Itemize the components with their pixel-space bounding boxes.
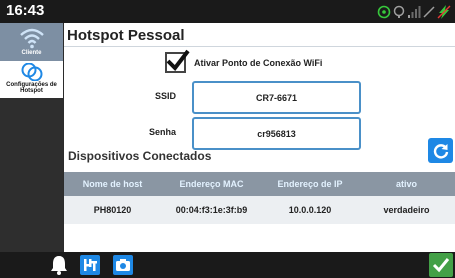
checkmark-icon bbox=[166, 49, 190, 71]
status-bar: 16:43 bbox=[0, 0, 455, 23]
column-header[interactable]: Endereço de IP bbox=[262, 179, 358, 189]
sidebar-item-hotspot-settings[interactable]: Configurações de Hotspot bbox=[0, 61, 63, 98]
connected-devices-title: Dispositivos Conectados bbox=[68, 149, 212, 163]
main-panel: Hotspot Pessoal Ativar Ponto de Conexão … bbox=[64, 23, 455, 252]
bottom-bar bbox=[0, 252, 455, 278]
ssid-field[interactable]: CR7-6671 bbox=[192, 81, 361, 114]
title-divider bbox=[64, 46, 455, 47]
sidebar-item-label: Configurações de Hotspot bbox=[6, 82, 57, 94]
page-title: Hotspot Pessoal bbox=[67, 27, 185, 44]
gps-icon bbox=[377, 5, 391, 18]
table-row[interactable]: PH80120 00:04:f3:1e:3f:b9 10.0.0.120 ver… bbox=[64, 196, 455, 224]
enable-hotspot-checkbox[interactable] bbox=[165, 49, 190, 73]
clock: 16:43 bbox=[6, 2, 45, 19]
column-header[interactable]: Nome de host bbox=[64, 179, 161, 189]
table-cell: 00:04:f3:1e:3f:b9 bbox=[175, 205, 248, 215]
devices-table-header: Nome de host Endereço MAC Endereço de IP… bbox=[64, 172, 455, 196]
table-cell: PH80120 bbox=[93, 205, 132, 215]
status-icons bbox=[377, 3, 451, 20]
camera-icon bbox=[116, 259, 130, 271]
column-header[interactable]: ativo bbox=[358, 179, 455, 189]
refresh-icon bbox=[433, 143, 448, 158]
charging-icon bbox=[437, 4, 451, 19]
password-field[interactable]: cr956813 bbox=[192, 117, 361, 150]
ssid-label: SSID bbox=[154, 91, 176, 101]
hotspot-icon bbox=[21, 63, 42, 81]
sim-icon bbox=[393, 5, 405, 18]
sidebar: Cliente Configurações de Hotspot bbox=[0, 23, 63, 252]
bell-icon bbox=[51, 256, 67, 275]
table-cell: 10.0.0.120 bbox=[288, 205, 332, 215]
table-cell: verdadeiro bbox=[383, 205, 430, 215]
signal-icon bbox=[408, 5, 421, 18]
enable-hotspot-label: Ativar Ponto de Conexão WiFi bbox=[194, 58, 323, 68]
notifications-button[interactable] bbox=[49, 255, 69, 275]
screenshot-button[interactable] bbox=[113, 255, 133, 275]
no-data-icon bbox=[423, 5, 435, 18]
phone-input-button[interactable] bbox=[80, 255, 100, 275]
refresh-button[interactable] bbox=[428, 138, 453, 163]
column-header[interactable]: Endereço MAC bbox=[161, 179, 262, 189]
phone-input-icon bbox=[84, 259, 97, 271]
confirm-button[interactable] bbox=[429, 253, 453, 277]
checkmark-icon bbox=[432, 258, 450, 273]
wifi-icon bbox=[19, 28, 44, 49]
sidebar-item-cliente[interactable]: Cliente bbox=[0, 23, 63, 61]
sidebar-item-label: Cliente bbox=[21, 50, 42, 56]
password-label: Senha bbox=[148, 127, 176, 137]
